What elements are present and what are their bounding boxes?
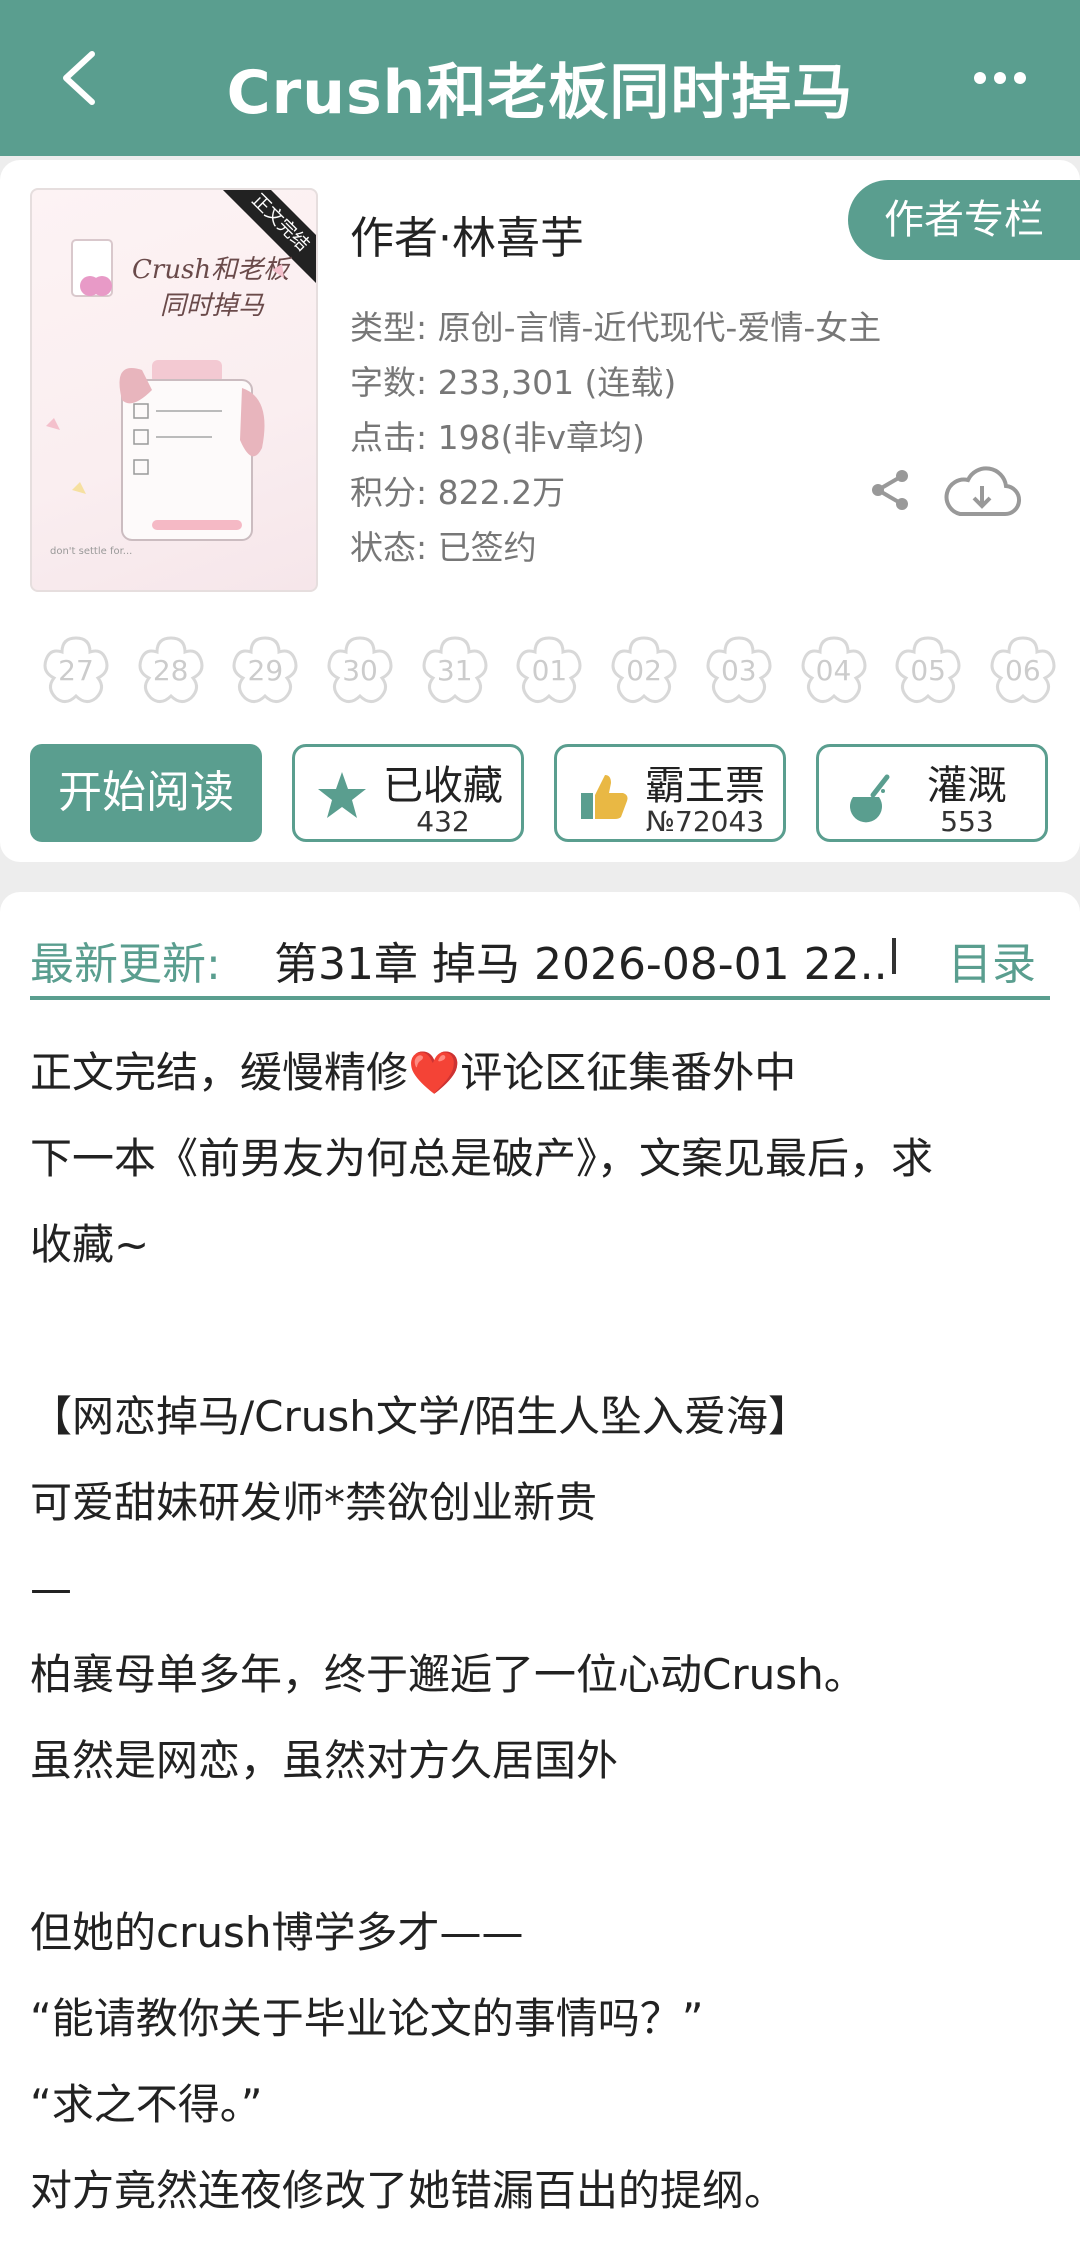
author-column-button[interactable]: 作者专栏: [848, 180, 1080, 260]
share-icon[interactable]: [866, 466, 914, 514]
latest-update-label: 最新更新:: [30, 939, 221, 990]
download-cloud-icon[interactable]: [940, 460, 1022, 522]
favorite-button[interactable]: 已收藏 432: [292, 744, 524, 842]
calendar-strip: 27 28 29 30 31 01 02 03 04 05 06: [36, 630, 1080, 718]
calendar-day: 30: [320, 630, 400, 710]
calendar-day: 01: [509, 630, 589, 710]
page-title: Crush和老板同时掉马: [226, 58, 854, 128]
synopsis-line: [30, 1804, 1050, 1890]
star-icon: [318, 772, 366, 818]
table-of-contents-link[interactable]: 目录: [948, 928, 1036, 992]
separator: [892, 938, 896, 974]
flask-icon: [850, 774, 890, 823]
calendar-day-label: 03: [720, 654, 757, 687]
synopsis-line: 收藏~: [30, 1220, 150, 1269]
synopsis-line: 虽然是网恋，虽然对方久居国外: [30, 1736, 619, 1785]
irrigate-label: 灌溉: [927, 763, 1007, 809]
book-meta: 类型: 原创-言情-近代现代-爱情-女主 字数: 233,301 (连载) 点击…: [350, 300, 881, 575]
calendar-day-label: 01: [531, 654, 568, 687]
calendar-day: 02: [604, 630, 684, 710]
intro-card: 最新更新: 第31章 掉马 2026-08-01 22.. 目录 正文完结，缓慢…: [0, 892, 1080, 2265]
calendar-day-label: 31: [436, 654, 473, 687]
svg-text:don't settle for...: don't settle for...: [50, 546, 132, 557]
synopsis-line: “能请教你关于毕业论文的事情吗？”: [30, 1994, 704, 2043]
synopsis-line: “求之不得。”: [30, 2080, 263, 2129]
irrigate-button[interactable]: 灌溉 553: [816, 744, 1048, 842]
synopsis-line: 正文完结，缓慢精修❤️评论区征集番外中: [30, 1048, 797, 1097]
author-name[interactable]: 作者·林喜芋: [350, 202, 584, 266]
cover-illustration: don't settle for...: [46, 239, 284, 557]
synopsis-line: 柏襄母单多年，终于邂逅了一位心动Crush。: [30, 1650, 866, 1699]
book-synopsis: 正文完结，缓慢精修❤️评论区征集番外中下一本《前男友为何总是破产》，文案见最后，…: [30, 1030, 1050, 2234]
calendar-day-label: 27: [58, 654, 94, 687]
calendar-day-label: 02: [626, 654, 662, 687]
favorite-label: 已收藏: [383, 763, 503, 809]
synopsis-line: —: [30, 1564, 72, 1613]
calendar-day: 31: [415, 630, 495, 710]
irrigate-count: 553: [940, 805, 994, 838]
latest-update-row: 最新更新: 第31章 掉马 2026-08-01 22.. 目录: [30, 916, 1050, 1000]
calendar-day-label: 28: [152, 654, 189, 687]
calendar-day: 28: [131, 630, 211, 710]
synopsis-line: [30, 1288, 1050, 1374]
action-bar: 开始阅读 已收藏 432 霸王票 №72043 灌溉 553: [30, 744, 1050, 844]
calendar-day: 29: [225, 630, 305, 710]
calendar-day: 03: [699, 630, 779, 710]
synopsis-line: 但她的crush博学多才——: [30, 1908, 524, 1957]
calendar-day-label: 06: [1005, 654, 1041, 687]
favorite-count: 432: [416, 805, 470, 838]
calendar-day-label: 29: [247, 654, 284, 687]
start-reading-button[interactable]: 开始阅读: [30, 744, 262, 842]
calendar-day: 04: [794, 630, 874, 710]
bawang-ticket-button[interactable]: 霸王票 №72043: [554, 744, 786, 842]
divider: [30, 996, 1050, 1000]
synopsis-line: 下一本《前男友为何总是破产》，文案见最后，求: [30, 1134, 934, 1183]
meta-score: 积分: 822.2万: [350, 473, 566, 512]
top-bar: Crush和老板同时掉马: [0, 0, 1080, 156]
thumbs-up-icon: [581, 775, 628, 819]
calendar-day-label: 04: [815, 654, 852, 687]
more-options-icon[interactable]: [970, 58, 1030, 98]
latest-chapter-link[interactable]: 第31章 掉马 2026-08-01 22..: [274, 928, 894, 992]
book-info-card: 正文完结 Crush和老板 同时掉马 don't settle for... 作…: [0, 160, 1080, 862]
meta-genre: 类型: 原创-言情-近代现代-爱情-女主: [350, 308, 882, 347]
calendar-day: 27: [36, 630, 116, 710]
calendar-day-label: 30: [342, 654, 378, 687]
bawang-label: 霸王票: [645, 763, 765, 809]
synopsis-line: 对方竟然连夜修改了她错漏百出的提纲。: [30, 2166, 787, 2215]
calendar-day-label: 05: [910, 654, 946, 687]
calendar-day: 05: [888, 630, 968, 710]
meta-clicks: 点击: 198(非v章均): [350, 418, 645, 457]
synopsis-line: 【网恋掉马/Crush文学/陌生人坠入爱海】: [30, 1392, 811, 1441]
meta-status: 状态: 已签约: [350, 528, 537, 567]
synopsis-line: 可爱甜妹研发师*禁欲创业新贵: [30, 1478, 598, 1527]
meta-word-count: 字数: 233,301 (连载): [350, 363, 677, 402]
calendar-day: 06: [983, 630, 1063, 710]
book-cover[interactable]: 正文完结 Crush和老板 同时掉马 don't settle for...: [30, 188, 318, 592]
bawang-count: №72043: [645, 805, 765, 838]
